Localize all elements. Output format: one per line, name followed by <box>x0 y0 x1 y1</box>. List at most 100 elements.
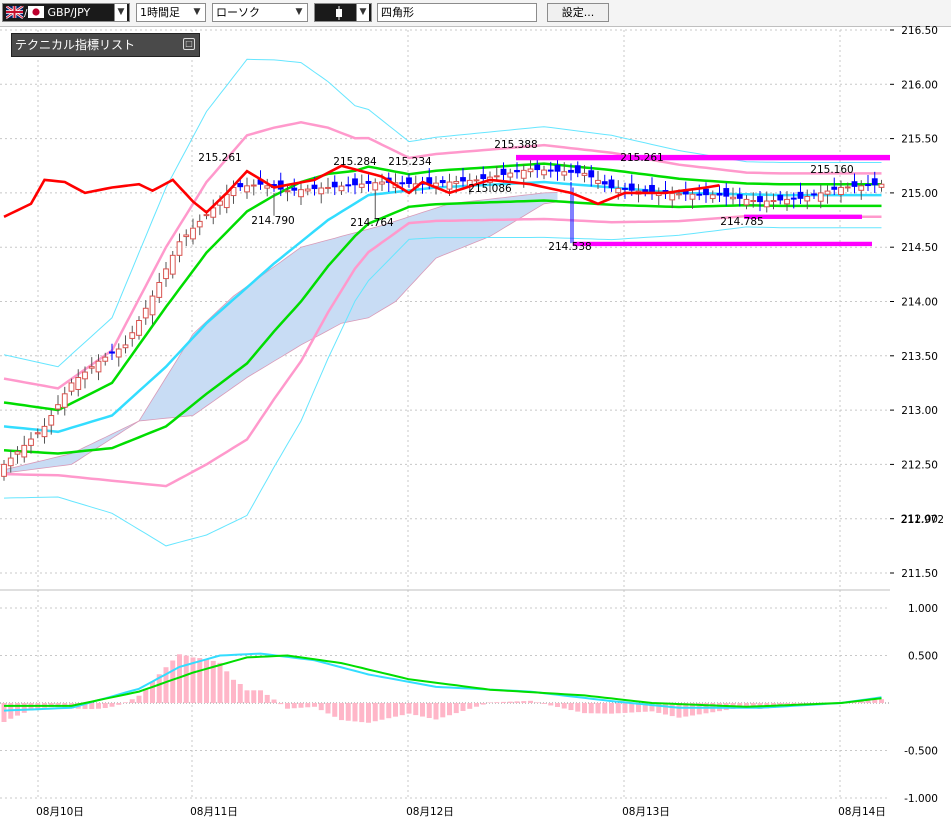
bollinger-bands <box>3 58 882 547</box>
candle-body <box>676 193 682 196</box>
macd-histogram-bar <box>96 703 101 709</box>
time-axis-label: 08月12日 <box>406 806 454 818</box>
price-axis-label: 211.50 <box>901 568 938 580</box>
macd-histogram-bar <box>494 702 500 703</box>
macd-histogram-bar <box>278 703 284 705</box>
candle-body <box>196 220 203 228</box>
macd-histogram-bar <box>426 703 432 719</box>
candle-body <box>28 438 34 446</box>
candle-body <box>102 356 109 362</box>
candle-body <box>372 182 379 191</box>
macd-histogram-bar <box>602 703 608 714</box>
cloud-area <box>4 192 558 474</box>
indicator-list-panel[interactable]: テクニカル指標リスト □ <box>11 33 200 57</box>
macd-histogram-bar <box>332 703 338 717</box>
high-low-label: 215.160 <box>810 164 853 176</box>
candle-body <box>790 197 797 200</box>
macd-histogram-bar <box>224 671 230 703</box>
candle-body <box>615 187 622 194</box>
macd-histogram-bar <box>352 703 358 722</box>
macd-axis-label: -1.000 <box>904 793 938 805</box>
candle-body <box>763 200 770 208</box>
candle-body <box>176 241 183 256</box>
candle-body <box>453 180 460 184</box>
macd-histogram-bar <box>109 703 115 707</box>
candle-body <box>568 169 574 173</box>
macd-histogram-bar <box>568 703 574 711</box>
candle-body <box>622 187 628 190</box>
candle-body <box>115 348 122 358</box>
candle-body <box>730 196 736 200</box>
high-low-label: 215.261 <box>198 152 241 164</box>
candle-body <box>1 463 7 477</box>
macd-histogram-bar <box>136 695 142 703</box>
candle-body <box>743 198 750 206</box>
candle-body <box>325 186 331 189</box>
candle-body <box>858 185 865 191</box>
candle-body <box>190 227 196 240</box>
macd-histogram-bar <box>595 703 601 714</box>
macd-histogram-bar <box>622 703 628 713</box>
macd-histogram-bar <box>460 703 466 711</box>
bollinger-1sigma-upper <box>3 162 882 412</box>
candle-body <box>709 194 716 200</box>
candle-body <box>7 457 14 467</box>
candle-body <box>844 186 851 189</box>
candle-body <box>95 360 102 373</box>
macd-histogram-bar <box>447 703 452 716</box>
macd-histogram-bar <box>514 701 520 703</box>
candle-body <box>628 183 635 191</box>
candle-body <box>601 181 608 185</box>
macd-histogram-bar <box>663 703 668 715</box>
macd-histogram-bar <box>501 701 506 703</box>
candle-body <box>838 186 844 195</box>
candle-body <box>716 193 723 196</box>
macd-panel <box>1 652 884 723</box>
candle-body <box>439 180 446 184</box>
candle-body <box>514 169 520 173</box>
bollinger-3sigma-lower <box>3 226 882 547</box>
candle-body <box>331 181 338 188</box>
price-axis-label: 215.50 <box>901 134 938 146</box>
macd-histogram-bar <box>258 690 263 703</box>
macd-histogram-bar <box>615 703 621 714</box>
candle-body <box>244 185 250 193</box>
high-low-label: 214.790 <box>251 215 294 227</box>
macd-histogram-bar <box>393 703 398 717</box>
candle-body <box>723 188 730 197</box>
macd-histogram-bar <box>285 703 290 709</box>
candle-body <box>878 183 885 188</box>
candle-body <box>507 172 514 178</box>
signal-line <box>4 654 882 708</box>
candle-body <box>264 185 271 189</box>
price-chart[interactable]: 215.261 214.790 215.284 214.764 215.234 215.3… <box>0 0 951 823</box>
candle-body <box>88 366 95 369</box>
restore-icon[interactable]: □ <box>183 38 195 50</box>
macd-histogram-bar <box>656 703 662 713</box>
candle-body <box>48 415 55 426</box>
candle-body <box>831 186 838 190</box>
candle-body <box>871 178 878 186</box>
candle-body <box>500 168 507 175</box>
candle-body <box>14 451 21 455</box>
time-axis-label: 08月10日 <box>36 806 84 818</box>
high-low-label: 215.086 <box>468 183 512 195</box>
candle-body <box>588 170 595 178</box>
macd-histogram-bar <box>386 703 392 719</box>
macd-histogram-bar <box>339 703 344 721</box>
price-axis-label: 214.00 <box>901 297 938 309</box>
macd-histogram-bar <box>312 703 317 707</box>
candle-body <box>736 194 743 199</box>
macd-histogram-bar <box>318 703 324 711</box>
candle-body <box>797 191 804 199</box>
macd-axis-label: -0.500 <box>904 746 938 758</box>
candle-body <box>203 214 210 217</box>
time-axis: 08月10日 08月11日 08月12日 08月13日 08月14日 <box>36 806 886 818</box>
price-axis-label: 215.00 <box>901 188 938 200</box>
indicator-list-title: テクニカル指標リスト <box>15 38 136 52</box>
candle-body <box>493 175 500 178</box>
price-axis-label: 213.50 <box>901 351 938 363</box>
candle-body <box>460 177 466 182</box>
macd-histogram-bar <box>170 660 176 703</box>
macd-histogram-bar <box>480 703 486 705</box>
